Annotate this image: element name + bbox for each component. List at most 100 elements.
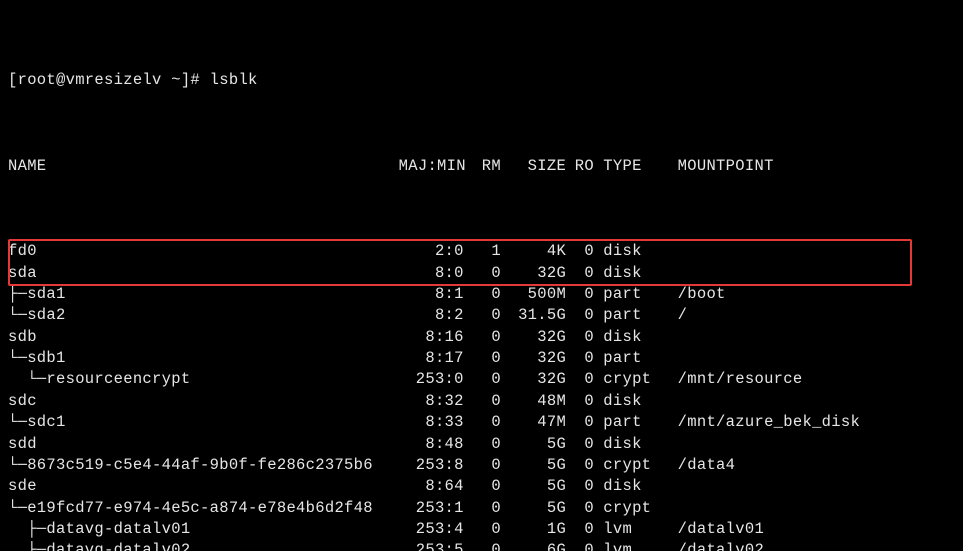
lsblk-row: └─resourceencrypt253:0032G0crypt/mnt/res… xyxy=(8,369,955,390)
device-name: datavg-datalv02 xyxy=(46,541,190,551)
lsblk-row: ├─sda18:10500M0part/boot xyxy=(8,284,955,305)
cell-ro: 0 xyxy=(566,498,594,519)
cell-name: ├─datavg-datalv02 xyxy=(8,540,399,551)
cell-majmin: 253:0 xyxy=(399,369,464,390)
lsblk-row: sdb8:16032G0disk xyxy=(8,327,955,348)
device-name: sda1 xyxy=(27,285,65,303)
device-name: fd0 xyxy=(8,242,37,260)
cell-name: fd0 xyxy=(8,241,399,262)
cell-type: disk xyxy=(594,434,659,455)
lsblk-row: sde8:6405G0disk xyxy=(8,476,955,497)
cell-type: crypt xyxy=(594,455,659,476)
cell-size: 5G xyxy=(501,455,566,476)
cell-name: └─resourceencrypt xyxy=(8,369,399,390)
col-name: NAME xyxy=(8,156,399,177)
tree-prefix: └─ xyxy=(8,370,46,388)
cell-mountpoint: /data4 xyxy=(659,455,882,476)
device-name: e19fcd77-e974-4e5c-a874-e78e4b6d2f48 xyxy=(27,499,373,517)
cell-type: part xyxy=(594,284,659,305)
cell-majmin: 8:32 xyxy=(399,391,464,412)
cell-majmin: 8:2 xyxy=(399,305,464,326)
col-type: TYPE xyxy=(594,156,659,177)
cell-majmin: 253:8 xyxy=(399,455,464,476)
command-text: lsblk xyxy=(210,71,258,89)
cell-ro: 0 xyxy=(566,519,594,540)
cell-size: 32G xyxy=(501,327,566,348)
cell-mountpoint: /mnt/azure_bek_disk xyxy=(659,412,882,433)
cell-rm: 1 xyxy=(464,241,501,262)
device-name: sda xyxy=(8,264,37,282)
cell-rm: 0 xyxy=(464,327,501,348)
cell-ro: 0 xyxy=(566,284,594,305)
cell-ro: 0 xyxy=(566,540,594,551)
cell-size: 1G xyxy=(501,519,566,540)
cell-size: 5G xyxy=(501,476,566,497)
tree-prefix: └─ xyxy=(8,456,27,474)
tree-prefix: ├─ xyxy=(8,541,46,551)
lsblk-header: NAMEMAJ:MINRMSIZEROTYPEMOUNTPOINT xyxy=(8,156,955,177)
lsblk-row: sdd8:4805G0disk xyxy=(8,434,955,455)
cell-name: sda xyxy=(8,263,399,284)
tree-prefix: └─ xyxy=(8,349,27,367)
col-ro: RO xyxy=(566,156,594,177)
cell-size: 32G xyxy=(501,263,566,284)
cell-rm: 0 xyxy=(464,476,501,497)
cell-majmin: 8:1 xyxy=(399,284,464,305)
cell-size: 500M xyxy=(501,284,566,305)
cell-name: └─8673c519-c5e4-44af-9b0f-fe286c2375b6 xyxy=(8,455,399,476)
cell-name: └─sdc1 xyxy=(8,412,399,433)
cell-rm: 0 xyxy=(464,369,501,390)
cell-majmin: 8:16 xyxy=(399,327,464,348)
cell-name: sdb xyxy=(8,327,399,348)
cell-rm: 0 xyxy=(464,519,501,540)
cell-majmin: 2:0 xyxy=(399,241,464,262)
cell-type: lvm xyxy=(594,540,659,551)
cell-size: 32G xyxy=(501,348,566,369)
lsblk-row: sdc8:32048M0disk xyxy=(8,391,955,412)
device-name: sdb xyxy=(8,328,37,346)
cell-name: sdc xyxy=(8,391,399,412)
cell-rm: 0 xyxy=(464,434,501,455)
cell-ro: 0 xyxy=(566,263,594,284)
col-mountpoint: MOUNTPOINT xyxy=(659,156,882,177)
device-name: datavg-datalv01 xyxy=(46,520,190,538)
cell-ro: 0 xyxy=(566,241,594,262)
lsblk-row: └─sdc18:33047M0part/mnt/azure_bek_disk xyxy=(8,412,955,433)
cell-ro: 0 xyxy=(566,412,594,433)
cell-type: disk xyxy=(594,241,659,262)
cell-ro: 0 xyxy=(566,348,594,369)
cell-type: part xyxy=(594,412,659,433)
cell-type: crypt xyxy=(594,369,659,390)
cell-mountpoint: /mnt/resource xyxy=(659,369,882,390)
cell-type: part xyxy=(594,305,659,326)
cell-ro: 0 xyxy=(566,391,594,412)
cell-rm: 0 xyxy=(464,412,501,433)
cell-ro: 0 xyxy=(566,476,594,497)
cell-rm: 0 xyxy=(464,540,501,551)
cell-majmin: 8:48 xyxy=(399,434,464,455)
cell-name: └─sda2 xyxy=(8,305,399,326)
cell-majmin: 8:17 xyxy=(399,348,464,369)
cell-name: ├─sda1 xyxy=(8,284,399,305)
cell-type: lvm xyxy=(594,519,659,540)
cell-ro: 0 xyxy=(566,369,594,390)
cell-type: disk xyxy=(594,476,659,497)
cell-mountpoint: /datalv01 xyxy=(659,519,882,540)
lsblk-row: └─8673c519-c5e4-44af-9b0f-fe286c2375b625… xyxy=(8,455,955,476)
cell-name: └─sdb1 xyxy=(8,348,399,369)
cell-size: 47M xyxy=(501,412,566,433)
cell-majmin: 253:1 xyxy=(399,498,464,519)
tree-prefix: └─ xyxy=(8,306,27,324)
device-name: sdb1 xyxy=(27,349,65,367)
device-name: sdc xyxy=(8,392,37,410)
cell-rm: 0 xyxy=(464,305,501,326)
cell-type: crypt xyxy=(594,498,659,519)
lsblk-row: sda8:0032G0disk xyxy=(8,263,955,284)
cell-majmin: 253:4 xyxy=(399,519,464,540)
cell-ro: 0 xyxy=(566,305,594,326)
lsblk-row: ├─datavg-datalv01253:401G0lvm/datalv01 xyxy=(8,519,955,540)
cell-size: 6G xyxy=(501,540,566,551)
cell-rm: 0 xyxy=(464,263,501,284)
device-name: 8673c519-c5e4-44af-9b0f-fe286c2375b6 xyxy=(27,456,373,474)
command-line: [root@vmresizelv ~]# lsblk xyxy=(8,70,955,91)
